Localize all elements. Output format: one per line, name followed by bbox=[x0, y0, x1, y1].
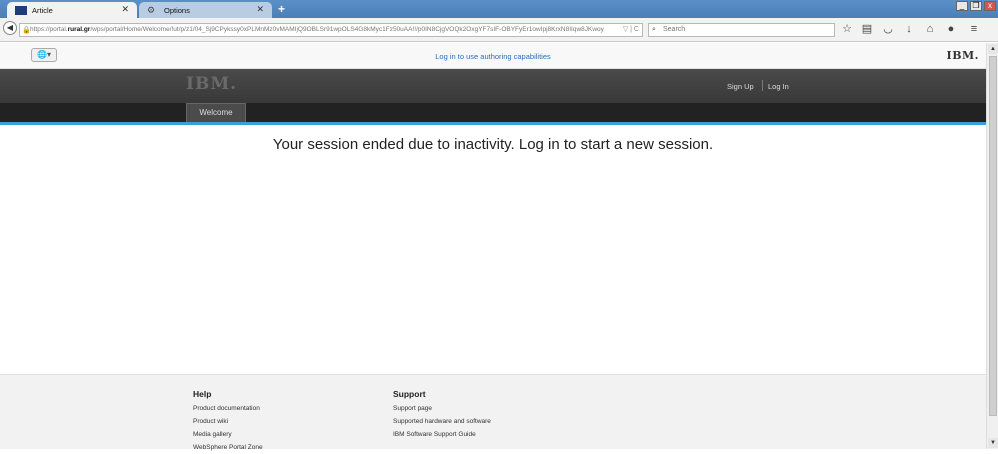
portal-banner: IBM. Sign Up Log In Welcome bbox=[0, 69, 986, 122]
nav-row bbox=[0, 103, 986, 122]
portal-toolbar: 🌐▾ Log in to use authoring capabilities … bbox=[0, 43, 998, 69]
close-window-button[interactable]: x bbox=[984, 1, 996, 11]
sign-up-link[interactable]: Sign Up bbox=[727, 82, 754, 91]
new-tab-button[interactable]: + bbox=[278, 2, 285, 16]
portal-footer: Help Product documentation Product wiki … bbox=[0, 374, 986, 451]
tab-welcome[interactable]: Welcome bbox=[186, 103, 246, 122]
tab-label: Options bbox=[164, 5, 190, 15]
footer-link[interactable]: Supported hardware and software bbox=[393, 415, 491, 428]
gear-icon: ⚙ bbox=[147, 4, 156, 15]
search-icon: ⌕ bbox=[652, 26, 656, 33]
chat-icon[interactable]: ● bbox=[945, 23, 957, 36]
reload-icon[interactable]: ▽ | C bbox=[623, 24, 639, 36]
pocket-icon[interactable]: ◡ bbox=[882, 23, 894, 36]
home-icon[interactable]: ⌂ bbox=[924, 23, 936, 36]
download-icon[interactable]: ↓ bbox=[903, 23, 915, 36]
ibm-banner-logo: IBM. bbox=[186, 74, 238, 94]
lock-icon: 🔒 bbox=[22, 27, 31, 34]
maximize-button[interactable]: ❐ bbox=[970, 1, 982, 11]
log-in-link[interactable]: Log In bbox=[768, 82, 789, 91]
footer-link[interactable]: Product wiki bbox=[193, 415, 263, 428]
search-placeholder: Search bbox=[663, 26, 686, 33]
footer-support-column: Support Support page Supported hardware … bbox=[393, 389, 491, 441]
menu-icon[interactable]: ≡ bbox=[968, 23, 980, 36]
bookmark-star-icon[interactable]: ☆ bbox=[841, 23, 853, 36]
tab-options[interactable]: ⚙ Options ✕ bbox=[139, 2, 272, 18]
footer-link[interactable]: Product documentation bbox=[193, 402, 263, 415]
ibm-favicon-icon bbox=[15, 5, 27, 15]
accent-line bbox=[0, 122, 986, 125]
session-message: Your session ended due to inactivity. Lo… bbox=[272, 136, 714, 153]
footer-link[interactable]: IBM Software Support Guide bbox=[393, 428, 491, 441]
ibm-logo: IBM. bbox=[946, 49, 979, 62]
minimize-button[interactable]: _ bbox=[956, 1, 968, 11]
scrollbar-thumb[interactable] bbox=[989, 56, 997, 416]
close-tab-icon[interactable]: ✕ bbox=[121, 4, 129, 15]
scroll-down-arrow-icon[interactable]: ▼ bbox=[988, 438, 998, 448]
authoring-login-link[interactable]: Log in to use authoring capabilities bbox=[0, 52, 986, 61]
footer-link[interactable]: Media gallery bbox=[193, 428, 263, 441]
browser-navbar: ◀ 🔒 https://portal.rural.gr/wps/portal/H… bbox=[0, 18, 998, 42]
search-input[interactable]: ⌕ Search bbox=[648, 23, 835, 37]
footer-help-title: Help bbox=[193, 389, 212, 399]
back-button[interactable]: ◀ bbox=[3, 21, 17, 35]
url-text: https://portal.rural.gr/wps/portal/Home/… bbox=[30, 26, 604, 33]
close-tab-icon[interactable]: ✕ bbox=[256, 4, 264, 15]
browser-titlebar: Article ✕ ⚙ Options ✕ + _ ❐ x bbox=[0, 0, 998, 18]
footer-link[interactable]: WebSphere Portal Zone bbox=[193, 441, 263, 454]
tab-article[interactable]: Article ✕ bbox=[7, 2, 137, 18]
footer-support-title: Support bbox=[393, 389, 426, 399]
scroll-up-arrow-icon[interactable]: ▲ bbox=[988, 44, 998, 54]
divider bbox=[762, 80, 763, 91]
url-bar[interactable]: 🔒 https://portal.rural.gr/wps/portal/Hom… bbox=[19, 23, 643, 37]
tab-label: Article bbox=[32, 5, 53, 15]
footer-link[interactable]: Support page bbox=[393, 402, 491, 415]
reading-list-icon[interactable]: ▤ bbox=[861, 23, 873, 36]
page-scrollbar[interactable]: ▲ ▼ bbox=[986, 43, 998, 449]
footer-help-column: Help Product documentation Product wiki … bbox=[193, 389, 263, 454]
